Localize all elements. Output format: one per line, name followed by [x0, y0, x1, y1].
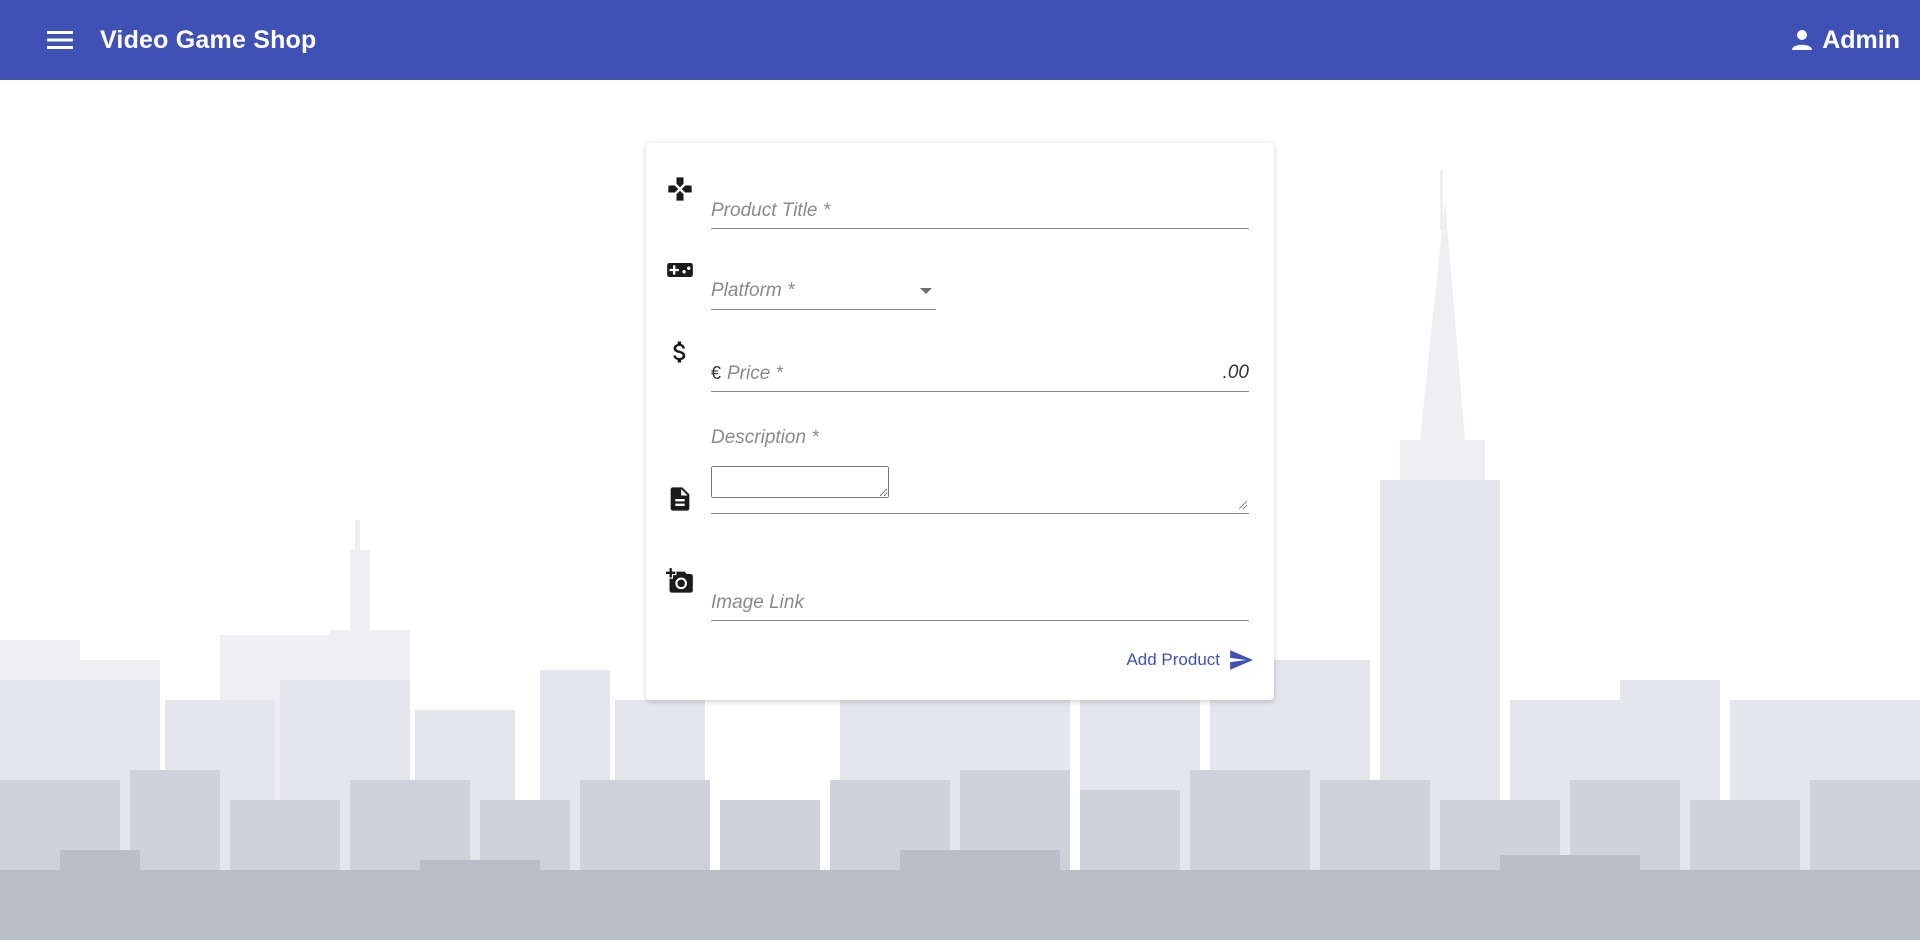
resize-handle[interactable]: [1239, 501, 1247, 509]
price-field[interactable]: € .00: [711, 356, 1249, 392]
platform-placeholder: Platform *: [711, 280, 795, 301]
user-menu-button[interactable]: Admin: [1790, 26, 1900, 55]
description-label: Description *: [711, 427, 819, 448]
user-name: Admin: [1822, 25, 1900, 54]
add-product-card: Platform * € .00 Description *: [646, 143, 1274, 700]
price-suffix: .00: [1222, 362, 1249, 383]
price-input-wrapper: [727, 356, 1209, 391]
add-product-button[interactable]: Add Product: [1126, 647, 1256, 673]
menu-button[interactable]: [36, 16, 84, 64]
document-icon: [666, 485, 694, 513]
image-link-input[interactable]: [711, 585, 1249, 620]
product-title-input[interactable]: [711, 193, 1249, 228]
add-a-photo-icon: [666, 567, 694, 595]
videogame-asset-icon: [666, 256, 694, 284]
gamepad-icon: [666, 175, 694, 203]
product-title-field[interactable]: [711, 193, 1249, 229]
description-textarea[interactable]: [711, 466, 889, 498]
app-title: Video Game Shop: [100, 25, 317, 54]
top-app-bar: Video Game Shop Admin: [0, 0, 1920, 80]
platform-select[interactable]: Platform *: [711, 274, 936, 310]
menu-icon: [47, 31, 73, 49]
description-field[interactable]: [711, 466, 1249, 514]
chevron-down-icon: [920, 288, 932, 294]
currency-prefix: €: [711, 363, 722, 383]
dollar-icon: [666, 338, 694, 366]
person-icon: [1792, 30, 1813, 50]
add-product-label: Add Product: [1126, 650, 1220, 669]
image-link-field[interactable]: [711, 585, 1249, 621]
send-icon: [1230, 650, 1253, 670]
price-input[interactable]: [727, 356, 1209, 391]
